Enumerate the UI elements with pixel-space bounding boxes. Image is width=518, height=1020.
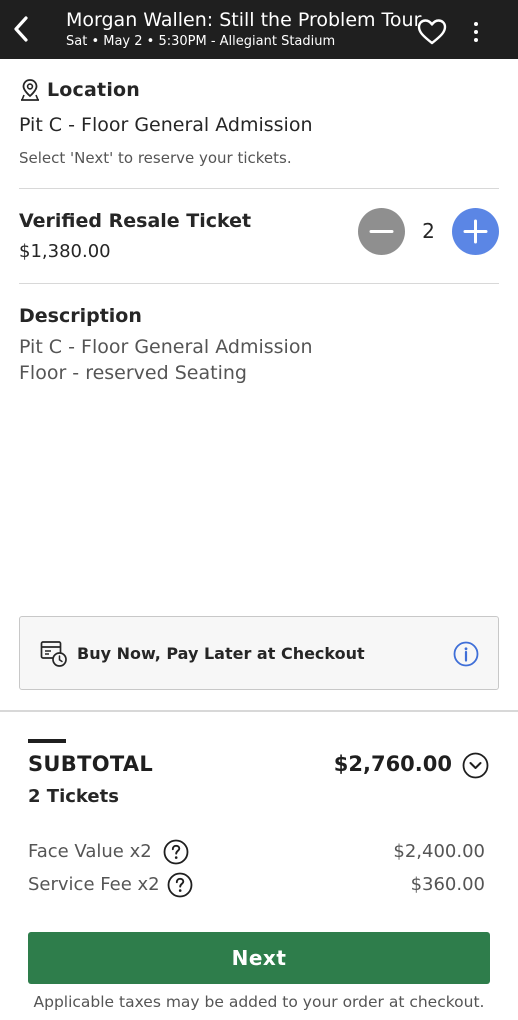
subtotal-label: SUBTOTAL xyxy=(28,752,154,776)
receipt-clock-icon xyxy=(40,641,67,667)
next-button[interactable]: Next xyxy=(28,932,490,984)
location-hint: Select 'Next' to reserve your tickets. xyxy=(19,149,292,167)
summary-divider xyxy=(0,710,518,712)
description-line: Pit C - Floor General Admission xyxy=(19,336,313,358)
bnpl-banner[interactable]: Buy Now, Pay Later at Checkout xyxy=(19,616,499,690)
kebab-menu-icon xyxy=(474,22,478,26)
face-value-amount: $2,400.00 xyxy=(393,841,485,862)
increase-quantity-button[interactable] xyxy=(452,208,499,255)
event-details: Sat • May 2 • 5:30PM - Allegiant Stadium xyxy=(66,34,336,49)
minus-icon xyxy=(369,230,394,233)
favorite-button[interactable] xyxy=(417,18,447,46)
decrease-quantity-button[interactable] xyxy=(358,208,405,255)
tax-note: Applicable taxes may be added to your or… xyxy=(33,993,485,1011)
divider xyxy=(19,188,499,189)
subtotal-value: $2,760.00 xyxy=(333,752,452,776)
ticket-quantity: 2 xyxy=(422,219,435,243)
ticket-price: $1,380.00 xyxy=(19,241,111,262)
map-pin-icon xyxy=(21,79,39,101)
bnpl-label: Buy Now, Pay Later at Checkout xyxy=(77,644,365,663)
plus-icon xyxy=(463,219,488,244)
location-heading: Location xyxy=(47,79,141,101)
location-name: Pit C - Floor General Admission xyxy=(19,114,313,136)
question-icon[interactable] xyxy=(163,839,189,865)
description-line: Floor - reserved Seating xyxy=(19,362,247,384)
description-heading: Description xyxy=(19,305,142,327)
chevron-left-icon xyxy=(14,16,28,42)
event-title: Morgan Wallen: Still the Problem Tour xyxy=(66,9,422,31)
heart-icon xyxy=(417,19,447,45)
more-options-button[interactable] xyxy=(466,18,486,46)
divider xyxy=(19,283,499,284)
info-icon[interactable] xyxy=(453,641,479,667)
service-fee-amount: $360.00 xyxy=(410,874,485,895)
chevron-down-icon[interactable] xyxy=(462,752,489,779)
service-fee-label: Service Fee x2 xyxy=(28,874,160,895)
back-button[interactable] xyxy=(8,14,34,44)
subtotal-accent-bar xyxy=(28,739,66,743)
question-icon[interactable] xyxy=(167,872,193,898)
face-value-label: Face Value x2 xyxy=(28,841,152,862)
ticket-type: Verified Resale Ticket xyxy=(19,210,252,232)
app-header: Morgan Wallen: Still the Problem Tour Sa… xyxy=(0,0,518,59)
tickets-count: 2 Tickets xyxy=(28,786,119,807)
